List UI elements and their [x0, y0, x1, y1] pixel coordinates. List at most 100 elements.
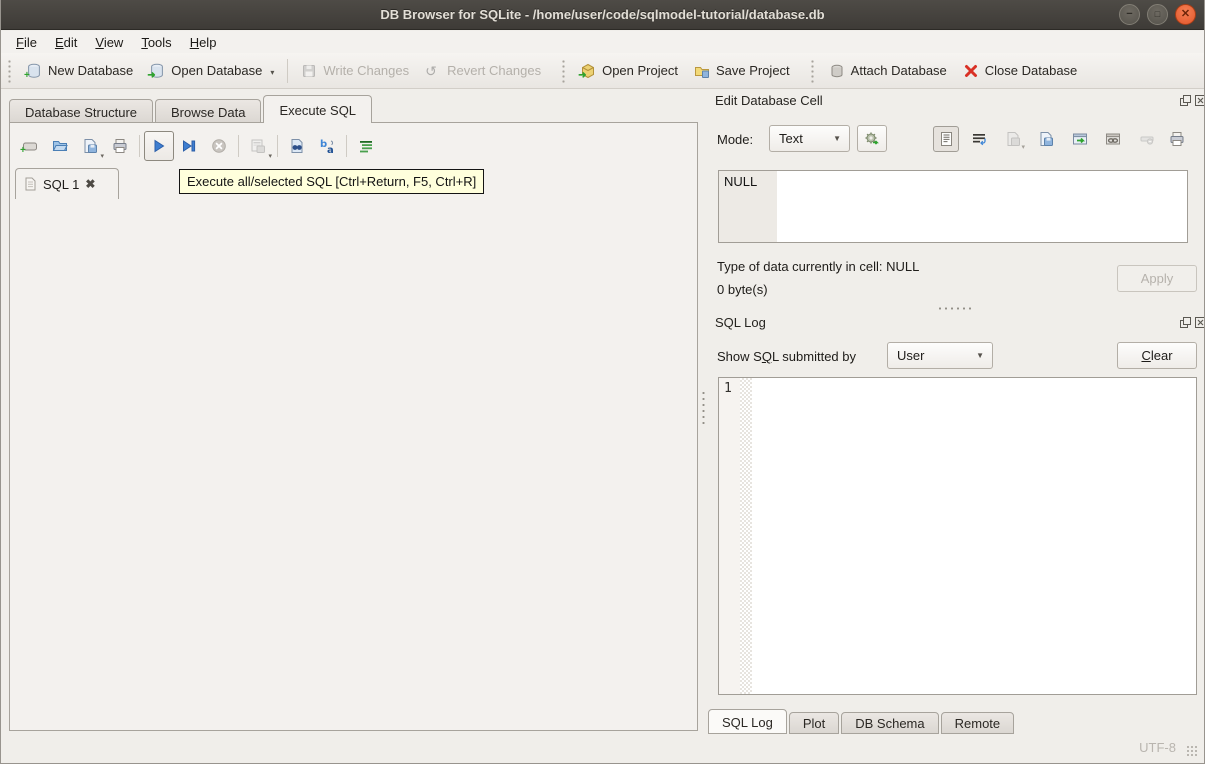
- menu-help[interactable]: Help: [181, 33, 226, 52]
- close-dock-button[interactable]: [1195, 95, 1205, 106]
- stop-icon: [211, 138, 227, 154]
- tab-database-structure[interactable]: Database Structure: [9, 99, 153, 123]
- save-sql-file-button[interactable]: ▾: [75, 131, 105, 161]
- copy-link-button[interactable]: [1100, 126, 1126, 152]
- printer-icon: [1169, 131, 1185, 147]
- chevron-down-icon: ▼: [833, 134, 841, 143]
- dock-splitter-handle[interactable]: [701, 390, 706, 428]
- attach-database-icon: [829, 63, 845, 79]
- minimize-icon: −: [1126, 9, 1132, 20]
- import-cell-button[interactable]: ▾: [1000, 126, 1026, 152]
- main-tab-bar: Database Structure Browse Data Execute S…: [9, 95, 374, 123]
- import-icon: [1005, 131, 1021, 147]
- close-tab-icon[interactable]: ✖: [85, 177, 95, 191]
- tab-plot[interactable]: Plot: [789, 712, 839, 734]
- print-button[interactable]: [105, 131, 135, 161]
- format-sql-button[interactable]: [351, 131, 381, 161]
- tab-browse-data[interactable]: Browse Data: [155, 99, 261, 123]
- toolbar-grip[interactable]: [810, 59, 815, 83]
- gear-arrow-icon: [864, 131, 880, 147]
- format-icon: [358, 138, 374, 154]
- document-icon: [24, 177, 37, 191]
- write-changes-button[interactable]: Write Changes: [293, 58, 417, 84]
- toolbar-grip[interactable]: [7, 59, 12, 83]
- sql-file-tab[interactable]: SQL 1 ✖: [15, 168, 119, 199]
- tab-remote[interactable]: Remote: [941, 712, 1015, 734]
- menubar: File Edit View Tools Help: [1, 31, 1204, 53]
- open-sql-file-button[interactable]: [45, 131, 75, 161]
- submitted-by-select[interactable]: User ▼: [887, 342, 993, 369]
- new-database-button[interactable]: + New Database: [18, 58, 141, 84]
- word-wrap-icon: [971, 131, 987, 147]
- open-project-icon: ➜: [580, 63, 596, 79]
- new-sql-tab-button[interactable]: +: [15, 131, 45, 161]
- close-icon: ✕: [1181, 9, 1190, 20]
- float-dock-button[interactable]: [1180, 95, 1191, 106]
- minimize-button[interactable]: −: [1119, 4, 1140, 25]
- write-changes-icon: [301, 63, 317, 79]
- tab-execute-sql[interactable]: Execute SQL: [263, 95, 372, 123]
- save-icon: [1038, 131, 1054, 147]
- menu-file[interactable]: File: [7, 33, 46, 52]
- replace-button[interactable]: ba: [312, 131, 342, 161]
- close-database-button[interactable]: Close Database: [955, 58, 1086, 84]
- new-database-icon: +: [26, 63, 42, 79]
- save-menu-arrow: ▾: [100, 152, 104, 160]
- menu-edit[interactable]: Edit: [46, 33, 86, 52]
- mode-select[interactable]: Text ▼: [769, 125, 850, 152]
- maximize-button[interactable]: □: [1147, 4, 1168, 25]
- save-project-button[interactable]: Save Project: [686, 58, 798, 84]
- auto-switch-mode-button[interactable]: [857, 125, 887, 152]
- encoding-indicator: UTF-8: [1139, 740, 1176, 755]
- execute-tooltip: Execute all/selected SQL [Ctrl+Return, F…: [179, 169, 484, 194]
- open-project-button[interactable]: ➜ Open Project: [572, 58, 686, 84]
- open-database-menu-arrow[interactable]: ▾: [270, 68, 274, 79]
- close-dock-button[interactable]: [1195, 317, 1205, 328]
- dock-tab-bar: SQL Log Plot DB Schema Remote: [708, 709, 1016, 734]
- open-database-button[interactable]: ➜ Open Database ▾: [141, 58, 282, 84]
- toolbar-grip[interactable]: [561, 59, 566, 83]
- cell-type-info: Type of data currently in cell: NULL: [717, 259, 919, 274]
- toolbar-separator: [346, 135, 347, 157]
- save-results-icon: [250, 138, 266, 154]
- menu-view[interactable]: View: [86, 33, 132, 52]
- open-in-external-button[interactable]: [1067, 126, 1093, 152]
- close-button[interactable]: ✕: [1175, 4, 1196, 25]
- sql-log-view[interactable]: 1: [718, 377, 1197, 695]
- titlebar[interactable]: DB Browser for SQLite - /home/user/code/…: [1, 0, 1204, 30]
- execute-sql-button[interactable]: [144, 131, 174, 161]
- export-cell-button[interactable]: [1033, 126, 1059, 152]
- main-toolbar: + New Database ➜ Open Database ▾ Write C…: [1, 53, 1204, 89]
- tab-sql-log[interactable]: SQL Log: [708, 709, 787, 734]
- execute-line-button[interactable]: [174, 131, 204, 161]
- revert-changes-icon: ↺: [425, 63, 441, 79]
- attach-database-button[interactable]: Attach Database: [821, 58, 955, 84]
- word-wrap-button[interactable]: [966, 126, 992, 152]
- save-results-button[interactable]: ▾: [243, 131, 273, 161]
- cell-value-editor[interactable]: NULL: [718, 170, 1188, 243]
- set-null-icon: [1139, 131, 1155, 147]
- printer-icon: [112, 138, 128, 154]
- find-button[interactable]: [282, 131, 312, 161]
- menu-tools[interactable]: Tools: [132, 33, 180, 52]
- set-null-button[interactable]: [1134, 126, 1160, 152]
- print-cell-button[interactable]: [1164, 126, 1190, 152]
- text-mode-button[interactable]: [933, 126, 959, 152]
- revert-changes-button[interactable]: ↺ Revert Changes: [417, 58, 549, 84]
- sql-tab-label: SQL 1: [43, 177, 79, 192]
- log-line-number: 1: [724, 381, 732, 396]
- tab-db-schema[interactable]: DB Schema: [841, 712, 938, 734]
- execute-sql-panel: [9, 122, 698, 731]
- dock-splitter-handle[interactable]: [937, 306, 975, 311]
- stop-execution-button[interactable]: [204, 131, 234, 161]
- chevron-down-icon: ▼: [976, 351, 984, 360]
- log-fold-margin: [740, 378, 752, 694]
- close-database-icon: [963, 63, 979, 79]
- apply-button[interactable]: Apply: [1117, 265, 1197, 292]
- float-dock-button[interactable]: [1180, 317, 1191, 328]
- window-title: DB Browser for SQLite - /home/user/code/…: [380, 7, 824, 22]
- toolbar-separator: [277, 135, 278, 157]
- resize-grip[interactable]: [1186, 745, 1198, 757]
- edit-cell-title: Edit Database Cell: [715, 93, 823, 108]
- clear-log-button[interactable]: Clear: [1117, 342, 1197, 369]
